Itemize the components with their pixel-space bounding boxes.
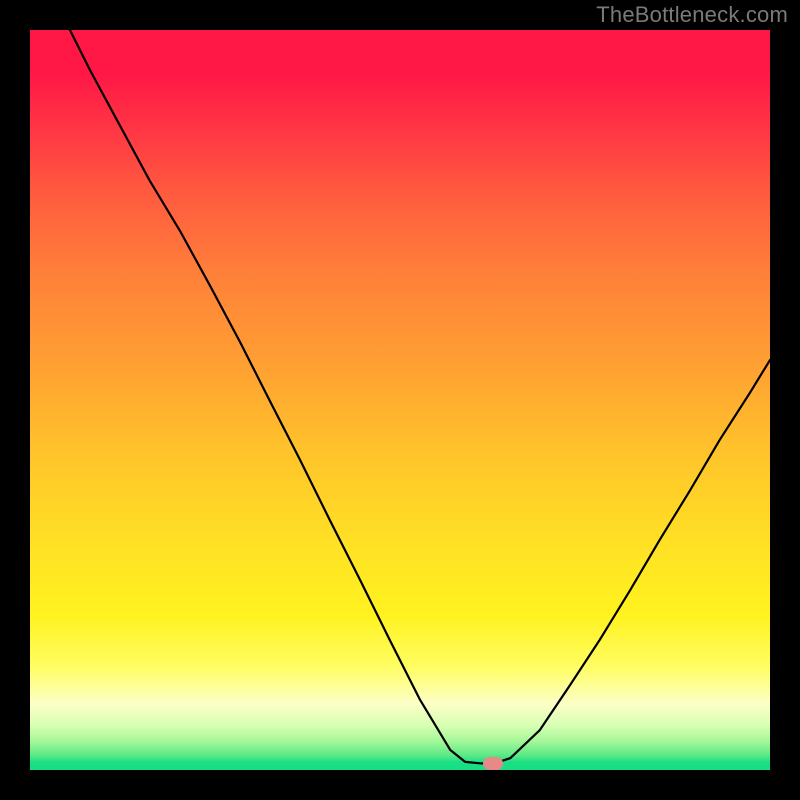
curve-path (70, 30, 770, 763)
watermark-text: TheBottleneck.com (596, 2, 788, 28)
plot-area (30, 30, 770, 770)
chart-frame: TheBottleneck.com (0, 0, 800, 800)
bottleneck-curve (30, 30, 770, 770)
optimum-marker (483, 757, 503, 770)
